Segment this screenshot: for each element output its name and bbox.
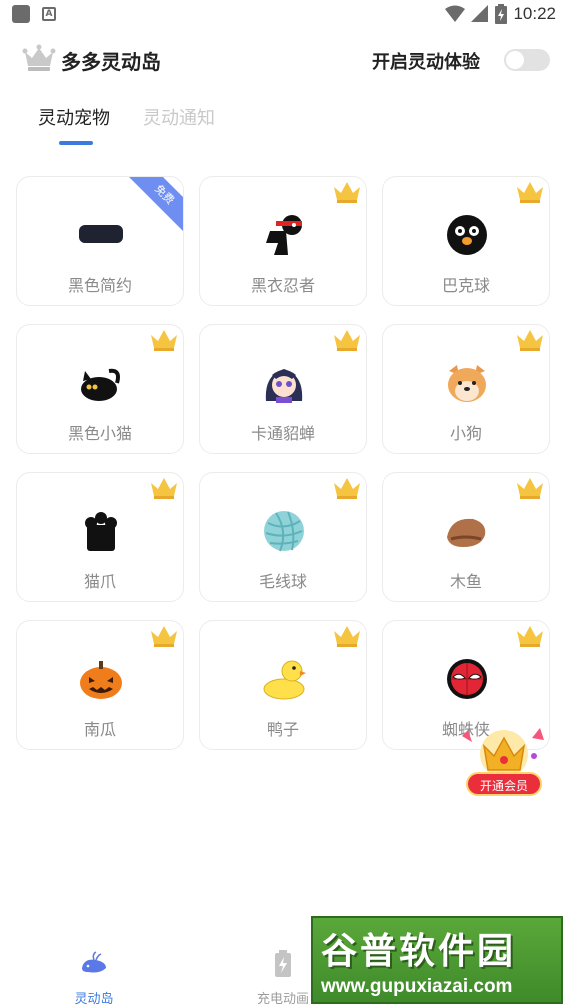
- status-bar: A 10:22: [0, 0, 566, 30]
- vip-crown-icon: [334, 626, 360, 647]
- pet-card-puppy[interactable]: 小狗: [382, 324, 550, 454]
- vip-crown-icon: [517, 182, 543, 203]
- pet-label: 南瓜: [83, 720, 116, 739]
- pet-label: 卡通貂蝉: [250, 424, 315, 443]
- whale-icon: [82, 951, 106, 973]
- toggle-knob: [506, 51, 524, 69]
- vip-crown-icon: [334, 182, 360, 203]
- pet-card-pumpkin[interactable]: 南瓜: [16, 620, 184, 750]
- pet-card-ninja[interactable]: 黑衣忍者: [199, 176, 367, 306]
- pet-label: 猫爪: [83, 572, 116, 591]
- nav-dynamic-island[interactable]: 灵动岛: [44, 950, 144, 1006]
- ninja-icon: [266, 215, 302, 255]
- pet-label: 木鱼: [449, 572, 482, 591]
- font-app-icon: A: [42, 7, 56, 21]
- cat-paw-icon: [85, 512, 117, 551]
- yarn-ball-icon: [264, 511, 304, 552]
- pet-card-cat-paw[interactable]: 猫爪: [16, 472, 184, 602]
- pet-card-black-cat[interactable]: 黑色小猫: [16, 324, 184, 454]
- wooden-fish-icon: [447, 518, 486, 547]
- pet-card-black-simple[interactable]: 免费 黑色简约: [16, 176, 184, 306]
- vip-crown-icon: [517, 626, 543, 647]
- pet-card-buck-ball[interactable]: 巴克球: [382, 176, 550, 306]
- vip-crown-icon: [517, 330, 543, 351]
- wifi-icon: [445, 5, 466, 22]
- watermark-url: www.gupuxiazai.com: [321, 976, 513, 997]
- spiderman-icon: [447, 659, 487, 699]
- watermark-banner: 谷普软件园 www.gupuxiazai.com: [311, 916, 563, 1004]
- pet-label: 黑色小猫: [67, 424, 132, 443]
- pet-label: 毛线球: [258, 572, 307, 591]
- black-cat-icon: [81, 368, 120, 401]
- open-membership-button[interactable]: 开通会员: [466, 772, 542, 796]
- black-ball-icon: [447, 215, 487, 255]
- tab-indicator: [59, 141, 93, 145]
- clock: 10:22: [513, 4, 556, 23]
- pet-label: 小狗: [449, 424, 482, 443]
- vip-crown-icon: [334, 330, 360, 351]
- crown-logo-icon: [22, 44, 56, 71]
- vip-promo-float[interactable]: 开通会员: [456, 716, 546, 802]
- vip-crown-icon: [151, 330, 177, 351]
- shiba-dog-icon: [448, 365, 486, 402]
- toggle-label: 开启灵动体验: [372, 52, 480, 73]
- pet-label: 黑色简约: [67, 276, 132, 295]
- vip-crown-icon: [151, 478, 177, 499]
- watermark-title: 谷普软件园: [321, 931, 517, 972]
- app-title: 多多灵动岛: [61, 50, 161, 74]
- tab-dynamic-notifications[interactable]: 灵动通知: [143, 104, 215, 130]
- dynamic-experience-toggle[interactable]: [504, 49, 550, 71]
- vip-crown-icon: [334, 478, 360, 499]
- nav-label: 灵动岛: [74, 992, 114, 1006]
- signal-icon: [471, 5, 489, 22]
- free-badge: 免费: [123, 177, 183, 236]
- header: 多多灵动岛 开启灵动体验: [0, 40, 566, 84]
- pet-card-wooden-fish[interactable]: 木鱼: [382, 472, 550, 602]
- battery-charge-icon: [275, 950, 291, 977]
- pet-label: 鸭子: [266, 720, 299, 739]
- notification-app-icon: [12, 5, 30, 23]
- pet-label: 巴克球: [441, 276, 490, 295]
- duck-icon: [263, 660, 306, 700]
- pet-card-cartoon-diaochan[interactable]: 卡通貂蝉: [199, 324, 367, 454]
- pet-card-yarn-ball[interactable]: 毛线球: [199, 472, 367, 602]
- pet-label: 黑衣忍者: [250, 276, 315, 295]
- battery-icon: [495, 4, 508, 24]
- tab-dynamic-pets[interactable]: 灵动宠物: [38, 104, 110, 130]
- black-pill-icon: [79, 225, 123, 243]
- vip-crown-icon: [151, 626, 177, 647]
- tab-bar: 灵动宠物 灵动通知: [0, 100, 566, 150]
- pumpkin-icon: [80, 661, 122, 699]
- cartoon-girl-icon: [265, 369, 303, 403]
- pet-card-duck[interactable]: 鸭子: [199, 620, 367, 750]
- vip-crown-icon: [517, 478, 543, 499]
